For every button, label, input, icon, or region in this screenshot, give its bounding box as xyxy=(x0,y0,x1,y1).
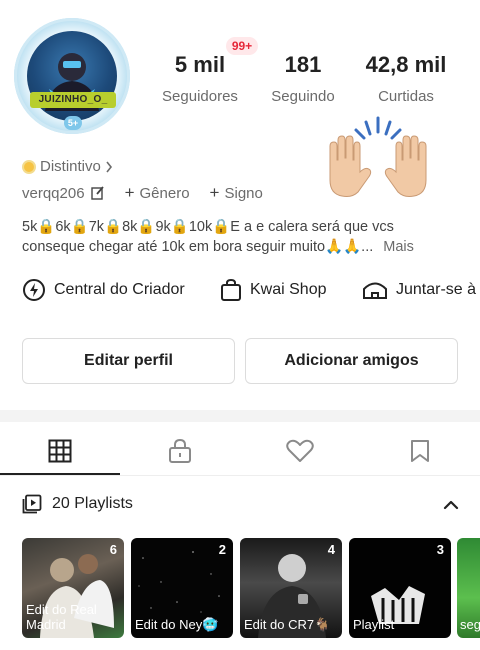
bio: 5k🔒6k🔒7k🔒8k🔒9k🔒10k🔒E a e calera será que… xyxy=(22,217,458,257)
user-id-row: verqq206 + Gênero + Signo xyxy=(22,183,263,203)
followers-stat[interactable]: 5 mil Seguidores xyxy=(156,52,244,105)
following-label: Seguindo xyxy=(271,88,335,105)
distinctive-badge-link[interactable]: Distintivo xyxy=(22,158,113,175)
playlist-video-count: 2 xyxy=(218,542,226,557)
tent-icon xyxy=(363,282,387,299)
followers-label: Seguidores xyxy=(162,88,238,105)
edit-icon[interactable] xyxy=(90,186,105,200)
playlist-card[interactable]: seg xyxy=(457,538,480,638)
tab-saved[interactable] xyxy=(360,428,480,474)
grid-icon xyxy=(48,439,72,463)
playlist-card[interactable]: 6 Edit do Real Madrid xyxy=(22,538,124,638)
tab-private[interactable] xyxy=(120,428,240,474)
playlist-icon xyxy=(22,494,42,514)
creator-center-label: Central do Criador xyxy=(54,281,185,298)
following-stat[interactable]: 181 Seguindo xyxy=(266,52,340,105)
likes-stat[interactable]: 42,8 mil Curtidas xyxy=(360,52,452,105)
playlist-title: Edit do CR7🐐 xyxy=(244,617,331,632)
playlists-header[interactable]: 20 Playlists xyxy=(22,494,133,514)
plus-icon: + xyxy=(124,183,135,202)
creator-bolt-icon xyxy=(23,279,45,301)
following-count: 181 xyxy=(284,52,322,77)
shopping-bag-icon xyxy=(221,278,241,301)
lock-icon xyxy=(169,438,191,463)
bio-more-link[interactable]: Mais xyxy=(383,239,414,255)
plus-icon: + xyxy=(209,183,220,202)
heart-icon xyxy=(286,439,314,462)
join-link[interactable]: Juntar-se à xyxy=(362,278,476,302)
playlist-video-count: 3 xyxy=(436,542,444,557)
kwai-shop-link[interactable]: Kwai Shop xyxy=(220,278,327,302)
join-label: Juntar-se à xyxy=(396,281,477,298)
playlist-title: Playlist xyxy=(353,617,395,632)
distinctive-label: Distintivo xyxy=(40,158,101,175)
playlist-title: Edit do Real Madrid xyxy=(26,602,97,632)
creator-center-link[interactable]: Central do Criador xyxy=(22,278,185,302)
edit-profile-button[interactable]: Editar perfil xyxy=(22,338,235,384)
add-sign-button[interactable]: + Signo xyxy=(210,183,263,203)
chevron-up-icon[interactable] xyxy=(440,494,462,516)
playlist-title: seg xyxy=(460,617,480,632)
playlist-title: Edit do Ney🥶 xyxy=(135,617,219,632)
user-id: verqq206 xyxy=(22,184,85,202)
playlists-count-label: 20 Playlists xyxy=(52,495,133,512)
add-friends-button[interactable]: Adicionar amigos xyxy=(245,338,458,384)
avatar-level-badge: 5+ xyxy=(64,116,82,130)
playlist-card[interactable]: 4 Edit do CR7🐐 xyxy=(240,538,342,638)
followers-count: 5 mil xyxy=(174,52,226,77)
playlist-card[interactable]: 2 Edit do Ney🥶 xyxy=(131,538,233,638)
bookmark-icon xyxy=(411,440,429,462)
kwai-shop-label: Kwai Shop xyxy=(250,281,327,298)
bio-text: 5k🔒6k🔒7k🔒8k🔒9k🔒10k🔒E a e calera será que… xyxy=(22,219,394,255)
likes-label: Curtidas xyxy=(378,88,434,105)
playlist-video-count: 6 xyxy=(109,542,117,557)
playlist-video-count: 4 xyxy=(327,542,335,557)
tab-videos[interactable] xyxy=(0,428,120,474)
chevron-right-icon xyxy=(106,161,112,172)
avatar-nameplate: JUIZINHO_O_ xyxy=(30,92,116,108)
tab-liked[interactable] xyxy=(240,428,360,474)
add-gender-label: Gênero xyxy=(139,184,190,202)
raised-hands-icon xyxy=(322,116,434,198)
section-divider xyxy=(0,410,480,422)
playlist-card[interactable]: 3 Playlist xyxy=(349,538,451,638)
add-sign-label: Signo xyxy=(224,184,263,202)
tab-bar-border xyxy=(0,475,480,476)
coin-icon xyxy=(22,159,36,174)
likes-count: 42,8 mil xyxy=(365,52,447,77)
profile-avatar[interactable]: JUIZINHO_O_ 5+ xyxy=(14,18,130,134)
add-gender-button[interactable]: + Gênero xyxy=(125,183,190,203)
